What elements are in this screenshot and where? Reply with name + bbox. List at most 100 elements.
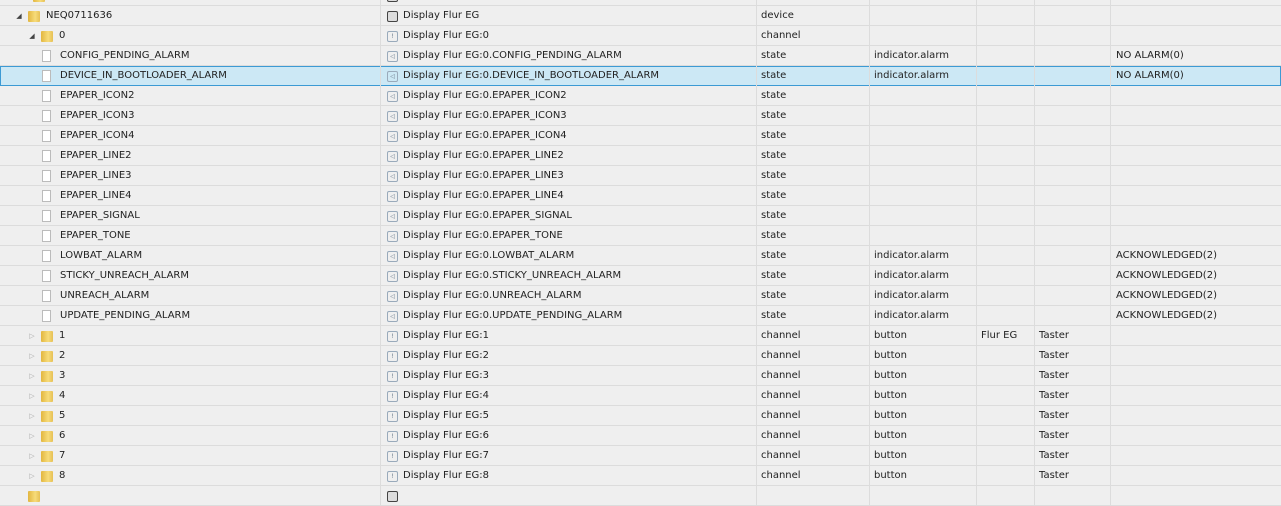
object-name: Display Flur EG:0 <box>403 30 489 41</box>
table-row[interactable]: EPAPER_ICON4 ◁ Display Flur EG:0.EPAPER_IC… <box>0 126 1281 146</box>
table-row[interactable]: ▷ 3! Display Flur EG:3 channel button Taster <box>0 366 1281 386</box>
table-row[interactable]: ▷ 6! Display Flur EG:6 channel button Taster <box>0 426 1281 446</box>
table-row[interactable]: UPDATE_PENDING_ALARM ◁ Display Flur EG:0.U… <box>0 306 1281 326</box>
value-cell[interactable] <box>1111 26 1281 46</box>
collapsed-toggle-icon[interactable]: ▷ <box>28 466 36 486</box>
value-cell[interactable] <box>1111 206 1281 226</box>
type-cell: channel <box>757 346 870 366</box>
name-cell <box>381 486 757 506</box>
value-cell[interactable]: NO ALARM(0) <box>1111 66 1281 86</box>
table-row[interactable]: EPAPER_TONE ◁ Display Flur EG:0.EPAPER_TON… <box>0 226 1281 246</box>
type-cell: state <box>757 146 870 166</box>
expanded-toggle-icon[interactable]: ◢ <box>15 6 23 26</box>
name-cell: ◁ Display Flur EG:0.UPDATE_PENDING_ALARM <box>381 306 757 326</box>
table-row[interactable]: STICKY_UNREACH_ALARM ◁ Display Flur EG:0.S… <box>0 266 1281 286</box>
value-cell[interactable]: ACKNOWLEDGED(2) <box>1111 266 1281 286</box>
table-row[interactable]: EPAPER_LINE2 ◁ Display Flur EG:0.EPAPER_LI… <box>0 146 1281 166</box>
table-row[interactable]: ▷ 5! Display Flur EG:5 channel button Taster <box>0 406 1281 426</box>
expanded-toggle-icon[interactable]: ◢ <box>28 26 36 46</box>
table-row[interactable]: EPAPER_LINE4 ◁ Display Flur EG:0.EPAPER_LI… <box>0 186 1281 206</box>
table-row[interactable]: ▷ 2! Display Flur EG:2 channel button Taster <box>0 346 1281 366</box>
role-cell: indicator.alarm <box>870 286 977 306</box>
table-row[interactable]: DEVICE_IN_BOOTLOADER_ALARM ◁ Display Flur … <box>0 66 1281 86</box>
value-cell[interactable] <box>1111 86 1281 106</box>
value-cell[interactable] <box>1111 226 1281 246</box>
table-row[interactable]: EPAPER_LINE3 ◁ Display Flur EG:0.EPAPER_LI… <box>0 166 1281 186</box>
room-cell <box>977 66 1035 86</box>
role-cell: indicator.alarm <box>870 306 977 326</box>
type-cell: state <box>757 126 870 146</box>
file-icon <box>42 170 51 182</box>
collapsed-toggle-icon[interactable]: ▷ <box>28 346 36 366</box>
object-id: LOWBAT_ALARM <box>60 250 143 261</box>
role-cell <box>870 86 977 106</box>
collapsed-toggle-icon[interactable]: ▷ <box>28 446 36 466</box>
object-name: Display Flur EG:0.STICKY_UNREACH_ALARM <box>403 270 622 281</box>
role-cell <box>870 486 977 506</box>
collapsed-toggle-icon[interactable]: ▷ <box>28 366 36 386</box>
room-cell <box>977 166 1035 186</box>
type-cell: channel <box>757 26 870 46</box>
id-cell: UPDATE_PENDING_ALARM <box>0 306 381 326</box>
table-row[interactable]: EPAPER_ICON2 ◁ Display Flur EG:0.EPAPER_IC… <box>0 86 1281 106</box>
collapsed-toggle-icon[interactable]: ▷ <box>28 406 36 426</box>
collapsed-toggle-icon[interactable]: ▷ <box>28 426 36 446</box>
role-cell <box>870 186 977 206</box>
value-cell[interactable]: ACKNOWLEDGED(2) <box>1111 306 1281 326</box>
object-name: Display Flur EG:8 <box>403 470 489 481</box>
channel-type-icon: ! <box>387 391 398 402</box>
value-cell[interactable]: NO ALARM(0) <box>1111 46 1281 66</box>
value-cell[interactable] <box>1111 186 1281 206</box>
collapsed-toggle-icon[interactable]: ▷ <box>28 386 36 406</box>
value-cell[interactable] <box>1111 126 1281 146</box>
role-cell <box>870 6 977 26</box>
object-name: Display Flur EG:0.EPAPER_ICON4 <box>403 130 567 141</box>
value-cell[interactable] <box>1111 446 1281 466</box>
collapsed-toggle-icon[interactable]: ▷ <box>28 326 36 346</box>
role-cell: button <box>870 466 977 486</box>
folder-icon <box>33 0 45 2</box>
state-type-icon: ◁ <box>387 211 398 222</box>
file-icon <box>42 130 51 142</box>
value-cell[interactable] <box>1111 346 1281 366</box>
table-row[interactable]: LOWBAT_ALARM ◁ Display Flur EG:0.LOWBAT_AL… <box>0 246 1281 266</box>
value-cell[interactable] <box>1111 166 1281 186</box>
name-cell: ◁ Display Flur EG:0.EPAPER_TONE <box>381 226 757 246</box>
value-cell[interactable] <box>1111 486 1281 506</box>
value-cell[interactable]: ACKNOWLEDGED(2) <box>1111 246 1281 266</box>
id-cell: DEVICE_IN_BOOTLOADER_ALARM <box>0 66 381 86</box>
value-cell[interactable] <box>1111 326 1281 346</box>
id-cell: EPAPER_TONE <box>0 226 381 246</box>
object-id: EPAPER_ICON2 <box>60 90 135 101</box>
table-row[interactable]: ▷ 1! Display Flur EG:1 channel button Flur EG… <box>0 326 1281 346</box>
value-cell[interactable] <box>1111 386 1281 406</box>
value-cell[interactable]: ACKNOWLEDGED(2) <box>1111 286 1281 306</box>
table-row[interactable]: ◢ 0! Display Flur EG:0 channel <box>0 26 1281 46</box>
folder-icon <box>41 411 53 422</box>
table-row[interactable]: UNREACH_ALARM ◁ Display Flur EG:0.UNREACH_… <box>0 286 1281 306</box>
object-id: 7 <box>59 450 66 461</box>
table-row[interactable]: ▷ 8! Display Flur EG:8 channel button Taster <box>0 466 1281 486</box>
id-cell: EPAPER_LINE3 <box>0 166 381 186</box>
func-cell <box>1035 26 1111 46</box>
folder-icon <box>41 371 53 382</box>
table-row[interactable]: EPAPER_ICON3 ◁ Display Flur EG:0.EPAPER_IC… <box>0 106 1281 126</box>
value-cell[interactable] <box>1111 366 1281 386</box>
table-row[interactable]: EPAPER_SIGNAL ◁ Display Flur EG:0.EPAPER_S… <box>0 206 1281 226</box>
value-cell[interactable] <box>1111 406 1281 426</box>
name-cell: ◁ Display Flur EG:0.EPAPER_ICON3 <box>381 106 757 126</box>
value-cell[interactable] <box>1111 106 1281 126</box>
table-row[interactable]: CONFIG_PENDING_ALARM ◁ Display Flur EG:0.C… <box>0 46 1281 66</box>
object-name: Display Flur EG:0.DEVICE_IN_BOOTLOADER_A… <box>403 70 660 81</box>
table-row[interactable] <box>0 486 1281 506</box>
value-cell[interactable] <box>1111 426 1281 446</box>
value-cell[interactable] <box>1111 146 1281 166</box>
type-cell: device <box>757 6 870 26</box>
table-row[interactable]: ▷ 7! Display Flur EG:7 channel button Taster <box>0 446 1281 466</box>
func-cell <box>1035 266 1111 286</box>
file-icon <box>42 50 51 62</box>
value-cell[interactable] <box>1111 6 1281 26</box>
table-row[interactable]: ▷ 4! Display Flur EG:4 channel button Taster <box>0 386 1281 406</box>
table-row[interactable]: ◢ NEQ0711636 Display Flur EG device <box>0 6 1281 26</box>
value-cell[interactable] <box>1111 466 1281 486</box>
